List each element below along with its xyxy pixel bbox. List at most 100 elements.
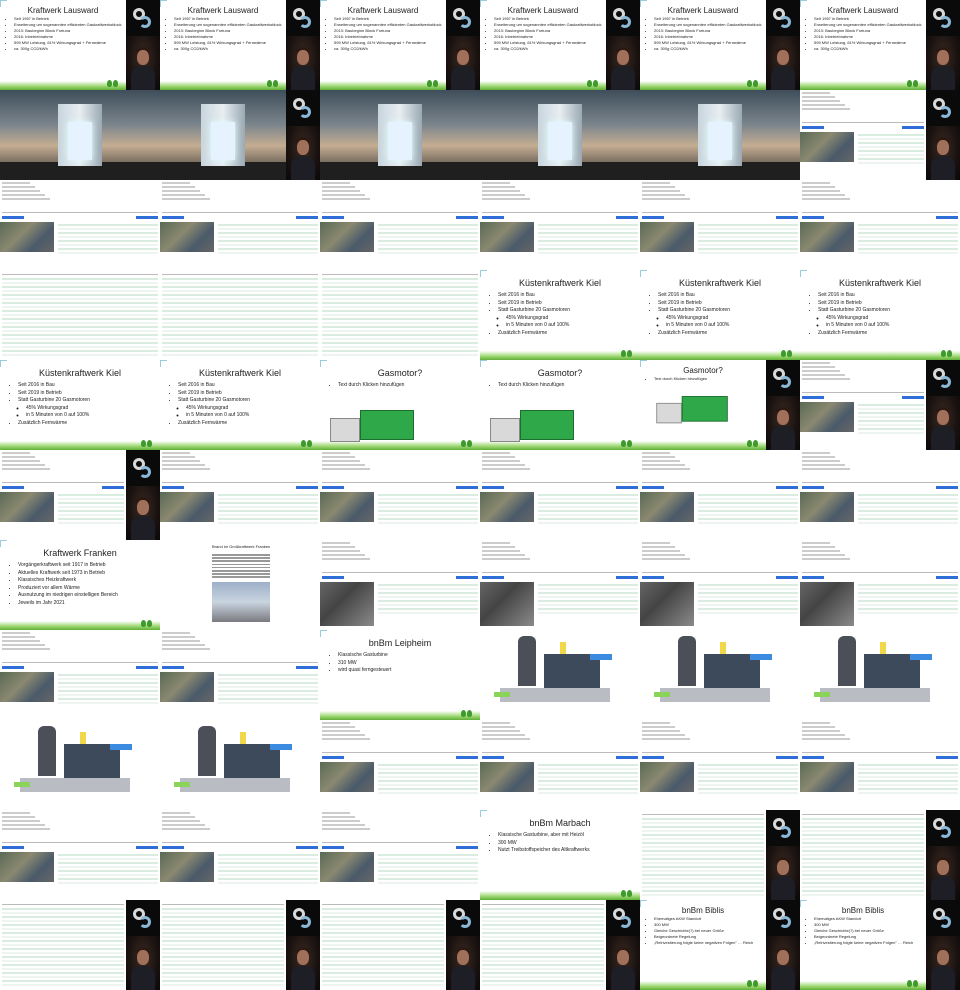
thumbnail-tile[interactable]: Kraftwerk LauswardSeit 1957 in BetriebEr…: [480, 0, 640, 90]
sheet-action-button[interactable]: [776, 756, 798, 759]
thumbnail-tile[interactable]: [800, 630, 960, 720]
thumbnail-tile[interactable]: Gasmotor?Text durch Klicken hinzufügen: [640, 360, 800, 450]
sheet-action-button[interactable]: [322, 216, 344, 219]
sheet-action-button[interactable]: [456, 216, 478, 219]
thumbnail-tile[interactable]: [640, 90, 800, 180]
sheet-action-button[interactable]: [616, 576, 638, 579]
sheet-action-button[interactable]: [456, 486, 478, 489]
thumbnail-tile[interactable]: [480, 540, 640, 630]
thumbnail-tile[interactable]: [320, 270, 480, 360]
thumbnail-tile[interactable]: [0, 90, 160, 180]
thumbnail-tile[interactable]: [800, 540, 960, 630]
thumbnail-tile[interactable]: Küstenkraftwerk Kiel Seit 2016 in BauSeit…: [640, 270, 800, 360]
sheet-action-button[interactable]: [902, 396, 924, 399]
thumbnail-tile[interactable]: [640, 810, 800, 900]
sheet-action-button[interactable]: [482, 486, 504, 489]
sheet-action-button[interactable]: [776, 486, 798, 489]
sheet-action-button[interactable]: [136, 846, 158, 849]
sheet-action-button[interactable]: [482, 216, 504, 219]
thumbnail-tile[interactable]: [480, 630, 640, 720]
sheet-action-button[interactable]: [162, 666, 184, 669]
thumbnail-tile[interactable]: [800, 90, 960, 180]
thumbnail-tile[interactable]: [800, 450, 960, 540]
thumbnail-tile[interactable]: [320, 720, 480, 810]
sheet-action-button[interactable]: [456, 756, 478, 759]
sheet-action-button[interactable]: [776, 576, 798, 579]
thumbnail-tile[interactable]: [320, 540, 480, 630]
thumbnail-tile[interactable]: [640, 450, 800, 540]
thumbnail-tile[interactable]: [160, 720, 320, 810]
sheet-action-button[interactable]: [162, 486, 184, 489]
sheet-action-button[interactable]: [322, 756, 344, 759]
thumbnail-tile[interactable]: [160, 810, 320, 900]
thumbnail-tile[interactable]: [800, 720, 960, 810]
thumbnail-tile[interactable]: [0, 630, 160, 720]
sheet-action-button[interactable]: [136, 216, 158, 219]
sheet-action-button[interactable]: [296, 486, 318, 489]
thumbnail-tile[interactable]: Kraftwerk LauswardSeit 1957 in BetriebEr…: [0, 0, 160, 90]
thumbnail-tile[interactable]: [0, 810, 160, 900]
thumbnail-tile[interactable]: [320, 90, 480, 180]
sheet-action-button[interactable]: [456, 846, 478, 849]
thumbnail-tile[interactable]: Brand im Großkraftwerk Franken: [160, 540, 320, 630]
sheet-action-button[interactable]: [776, 216, 798, 219]
sheet-action-button[interactable]: [296, 666, 318, 669]
thumbnail-tile[interactable]: bnBm BiblisEhemaliges AKW Standort300 MW…: [640, 900, 800, 990]
sheet-action-button[interactable]: [2, 846, 24, 849]
thumbnail-tile[interactable]: [160, 450, 320, 540]
sheet-action-button[interactable]: [936, 756, 958, 759]
sheet-action-button[interactable]: [2, 486, 24, 489]
thumbnail-tile[interactable]: [480, 720, 640, 810]
thumbnail-tile[interactable]: [320, 900, 480, 990]
sheet-action-button[interactable]: [482, 576, 504, 579]
sheet-action-button[interactable]: [2, 666, 24, 669]
thumbnail-tile[interactable]: [320, 450, 480, 540]
thumbnail-tile[interactable]: [800, 180, 960, 270]
thumbnail-tile[interactable]: bnBm BiblisEhemaliges AKW Standort300 MW…: [800, 900, 960, 990]
thumbnail-tile[interactable]: [160, 180, 320, 270]
thumbnail-tile[interactable]: Kraftwerk Franken Vorgängerkraftwerk seit…: [0, 540, 160, 630]
thumbnail-tile[interactable]: [160, 900, 320, 990]
thumbnail-tile[interactable]: Kraftwerk LauswardSeit 1957 in BetriebEr…: [640, 0, 800, 90]
sheet-action-button[interactable]: [642, 576, 664, 579]
thumbnail-tile[interactable]: Küstenkraftwerk Kiel Seit 2016 in BauSeit…: [0, 360, 160, 450]
thumbnail-tile[interactable]: Kraftwerk LauswardSeit 1957 in BetriebEr…: [800, 0, 960, 90]
sheet-action-button[interactable]: [936, 216, 958, 219]
thumbnail-tile[interactable]: bnBm Leipheim Klassische Gasturbine310 MW…: [320, 630, 480, 720]
thumbnail-tile[interactable]: [0, 270, 160, 360]
thumbnail-tile[interactable]: [640, 540, 800, 630]
sheet-action-button[interactable]: [136, 666, 158, 669]
thumbnail-tile[interactable]: [0, 450, 160, 540]
thumbnail-tile[interactable]: [320, 810, 480, 900]
sheet-action-button[interactable]: [936, 486, 958, 489]
sheet-action-button[interactable]: [296, 846, 318, 849]
sheet-action-button[interactable]: [802, 216, 824, 219]
thumbnail-tile[interactable]: bnBm Marbach Klassische Gasturbine, aber …: [480, 810, 640, 900]
thumbnail-tile[interactable]: [640, 630, 800, 720]
thumbnail-tile[interactable]: [160, 90, 320, 180]
thumbnail-tile[interactable]: [0, 900, 160, 990]
sheet-action-button[interactable]: [936, 576, 958, 579]
thumbnail-tile[interactable]: [480, 180, 640, 270]
thumbnail-tile[interactable]: Küstenkraftwerk Kiel Seit 2016 in BauSeit…: [480, 270, 640, 360]
sheet-action-button[interactable]: [102, 486, 124, 489]
sheet-action-button[interactable]: [616, 486, 638, 489]
sheet-action-button[interactable]: [322, 486, 344, 489]
sheet-action-button[interactable]: [642, 756, 664, 759]
sheet-action-button[interactable]: [616, 756, 638, 759]
thumbnail-tile[interactable]: Kraftwerk LauswardSeit 1957 in BetriebEr…: [320, 0, 480, 90]
thumbnail-tile[interactable]: [480, 90, 640, 180]
thumbnail-tile[interactable]: [160, 270, 320, 360]
sheet-action-button[interactable]: [322, 846, 344, 849]
thumbnail-tile[interactable]: Kraftwerk LauswardSeit 1957 in BetriebEr…: [160, 0, 320, 90]
sheet-action-button[interactable]: [162, 216, 184, 219]
thumbnail-tile[interactable]: [800, 810, 960, 900]
sheet-action-button[interactable]: [642, 216, 664, 219]
sheet-action-button[interactable]: [322, 576, 344, 579]
thumbnail-tile[interactable]: [0, 720, 160, 810]
sheet-action-button[interactable]: [616, 216, 638, 219]
thumbnail-tile[interactable]: [640, 180, 800, 270]
sheet-action-button[interactable]: [642, 486, 664, 489]
sheet-action-button[interactable]: [296, 216, 318, 219]
sheet-action-button[interactable]: [2, 216, 24, 219]
